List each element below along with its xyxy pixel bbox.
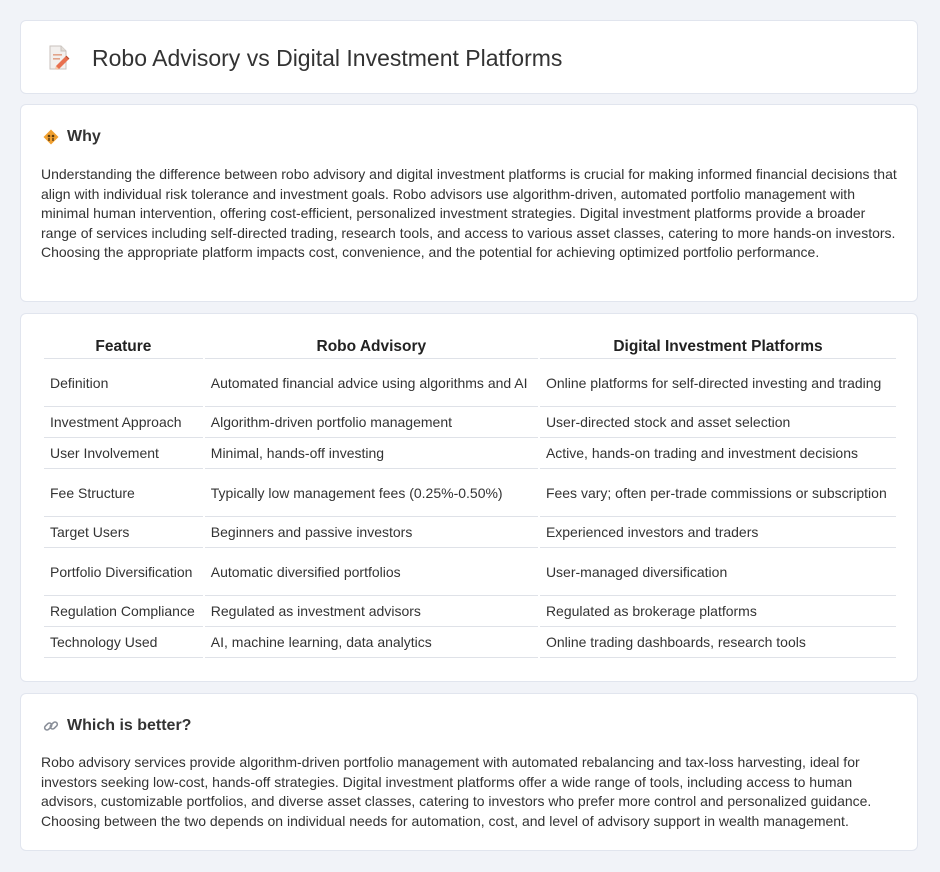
which-is-better-section: Which is better? Robo advisory services … [20,693,918,851]
table-row: Target Users Beginners and passive inves… [44,517,896,548]
comparison-table: Feature Robo Advisory Digital Investment… [42,335,898,658]
document-pencil-icon [47,45,71,71]
table-row: Regulation Compliance Regulated as inves… [44,596,896,627]
why-heading-row: Why [43,125,101,149]
table-row: Portfolio Diversification Automatic dive… [44,548,896,596]
better-paragraph: Robo advisory services provide algorithm… [41,754,872,829]
page-title: Robo Advisory vs Digital Investment Plat… [92,45,563,71]
why-paragraph: Understanding the difference between rob… [41,166,897,260]
robo-advisory-cell: Algorithm-driven portfolio management [204,407,538,438]
feature-cell: Technology Used [44,627,203,658]
feature-cell: Portfolio Diversification [44,548,203,596]
why-section: Why Understanding the difference between… [20,104,918,302]
feature-cell: Fee Structure [44,469,203,517]
column-header-digital-platforms: Digital Investment Platforms [539,335,896,359]
digital-platform-cell: Online trading dashboards, research tool… [539,627,896,658]
digital-platform-cell: User-managed diversification [539,548,896,596]
diamond-sign-icon [43,129,59,145]
feature-cell: Target Users [44,517,203,548]
feature-cell: Regulation Compliance [44,596,203,627]
digital-platform-cell: Online platforms for self-directed inves… [539,359,896,407]
feature-cell: Definition [44,359,203,407]
robo-advisory-cell: Automatic diversified portfolios [204,548,538,596]
feature-cell: User Involvement [44,438,203,469]
robo-advisory-cell: AI, machine learning, data analytics [204,627,538,658]
column-header-feature: Feature [44,335,203,359]
table-row: Fee Structure Typically low management f… [44,469,896,517]
digital-platform-cell: Experienced investors and traders [539,517,896,548]
link-icon [43,718,59,734]
column-header-robo-advisory: Robo Advisory [204,335,538,359]
table-row: Investment Approach Algorithm-driven por… [44,407,896,438]
header-card: Robo Advisory vs Digital Investment Plat… [20,20,918,94]
table-row: Technology Used AI, machine learning, da… [44,627,896,658]
robo-advisory-cell: Typically low management fees (0.25%-0.5… [204,469,538,517]
table-row: Definition Automated financial advice us… [44,359,896,407]
comparison-section: Feature Robo Advisory Digital Investment… [20,313,918,682]
digital-platform-cell: Active, hands-on trading and investment … [539,438,896,469]
digital-platform-cell: User-directed stock and asset selection [539,407,896,438]
better-heading: Which is better? [67,717,192,734]
robo-advisory-cell: Beginners and passive investors [204,517,538,548]
digital-platform-cell: Fees vary; often per-trade commissions o… [539,469,896,517]
better-heading-row: Which is better? [43,714,191,738]
robo-advisory-cell: Minimal, hands-off investing [204,438,538,469]
table-row: User Involvement Minimal, hands-off inve… [44,438,896,469]
why-heading: Why [67,128,101,145]
digital-platform-cell: Regulated as brokerage platforms [539,596,896,627]
table-header-row: Feature Robo Advisory Digital Investment… [44,335,896,359]
feature-cell: Investment Approach [44,407,203,438]
robo-advisory-cell: Automated financial advice using algorit… [204,359,538,407]
robo-advisory-cell: Regulated as investment advisors [204,596,538,627]
